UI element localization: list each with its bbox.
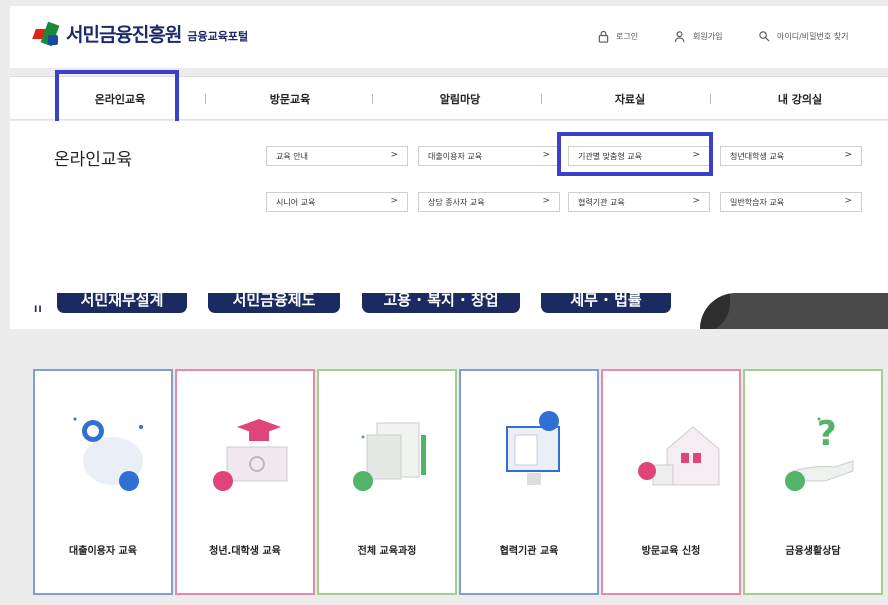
header: 서민금융진흥원 금융교육포털 로그인 회원가입 아이디/비밀번호 찾기: [10, 6, 888, 68]
nav-label: 자료실: [614, 93, 646, 106]
nav-divider: [372, 94, 373, 104]
card-partner-education[interactable]: 협력기관 교육: [459, 369, 599, 595]
submenu-link-label: 일반학습자 교육: [730, 197, 785, 207]
card-all-courses[interactable]: 전체 교육과정: [317, 369, 457, 595]
banner-tab-label: 서민재무설계: [80, 293, 164, 309]
login-link[interactable]: 로그인: [597, 30, 638, 43]
logo-subtitle: 금융교육포털: [187, 30, 249, 43]
pause-icon[interactable]: II: [34, 305, 43, 315]
card-visit-application[interactable]: 방문교육 신청: [601, 369, 741, 595]
card-financial-counseling[interactable]: ? 금융생활상담: [743, 369, 883, 595]
banner-tab-label: 고용 · 복지 · 창업: [383, 293, 499, 309]
card-label: 금융생활상담: [785, 546, 841, 557]
banner-tab-tax-law[interactable]: 세무 · 법률: [541, 293, 671, 313]
nav-item-notices[interactable]: 알림마당: [400, 77, 520, 121]
nav-divider: [205, 94, 206, 104]
banner-tab-financial-planning[interactable]: 서민재무설계: [57, 293, 187, 313]
nav-item-resources[interactable]: 자료실: [570, 77, 690, 121]
nav-divider: [541, 94, 542, 104]
nav-label: 방문교육: [269, 93, 311, 106]
question-hand-icon: ?: [785, 414, 854, 491]
submenu-link-label: 교육 안내: [276, 151, 308, 161]
find-account-icon: [759, 31, 770, 42]
find-account-label: 아이디/비밀번호 찾기: [777, 32, 849, 41]
submenu-link-senior-education[interactable]: 시니어 교육 >: [266, 192, 408, 212]
submenu-link-partner-education[interactable]: 협력기관 교육 >: [568, 192, 710, 212]
nav-divider: [710, 94, 711, 104]
submenu-link-education-guide[interactable]: 교육 안내 >: [266, 146, 408, 166]
user-icon: [674, 31, 685, 43]
submenu-link-label: 대출이용자 교육: [428, 151, 483, 161]
chevron-right-icon: >: [542, 150, 550, 160]
banner-tab-label: 서민금융제도: [232, 293, 316, 309]
highlight-box-submenu: [557, 132, 713, 176]
house-icon: [638, 426, 720, 486]
card-label: 전체 교육과정: [357, 546, 417, 557]
calculator-document-icon: [353, 422, 426, 491]
banner-strip: II 서민재무설계 서민금융제도 고용 · 복지 · 창업 세무 · 법률: [10, 293, 888, 329]
tablet-document-icon: [506, 411, 560, 485]
submenu-title: 온라인교육: [54, 150, 133, 170]
submenu-panel: 온라인교육 교육 안내 > 대출이용자 교육 > 기관별 맞춤형 교육 > 청년…: [10, 121, 888, 293]
card-label: 방문교육 신청: [641, 546, 701, 557]
chevron-right-icon: >: [542, 196, 550, 206]
logo-mark-icon: [32, 21, 60, 47]
nav-item-my-classroom[interactable]: 내 강의실: [740, 77, 860, 121]
chevron-right-icon: >: [692, 196, 700, 206]
banner-tab-finance-system[interactable]: 서민금융제도: [208, 293, 340, 313]
card-youth-education[interactable]: 청년.대학생 교육: [175, 369, 315, 595]
graduation-money-icon: [213, 419, 288, 491]
submenu-link-youth-education[interactable]: 청년대학생 교육 >: [720, 146, 862, 166]
find-account-link[interactable]: 아이디/비밀번호 찾기: [758, 30, 848, 43]
banner-tab-label: 세무 · 법률: [570, 293, 642, 309]
card-label: 대출이용자 교육: [69, 546, 137, 557]
page: 서민금융진흥원 금융교육포털 로그인 회원가입 아이디/비밀번호 찾기 온라인교…: [0, 0, 888, 605]
chevron-right-icon: >: [390, 150, 398, 160]
card-borrower-education[interactable]: 대출이용자 교육: [33, 369, 173, 595]
submenu-link-label: 시니어 교육: [276, 197, 316, 207]
nav-item-visit-education[interactable]: 방문교육: [230, 77, 350, 121]
card-label: 협력기관 교육: [499, 546, 559, 557]
nav-label: 알림마당: [439, 93, 481, 106]
submenu-link-borrower-education[interactable]: 대출이용자 교육 >: [418, 146, 560, 166]
submenu-link-counselor-education[interactable]: 상담 종사자 교육 >: [418, 192, 560, 212]
highlight-box-nav: [55, 70, 179, 126]
submenu-link-general-education[interactable]: 일반학습자 교육 >: [720, 192, 862, 212]
logo-text: 서민금융진흥원: [66, 24, 182, 46]
card-label: 청년.대학생 교육: [209, 546, 281, 557]
piggy-bank-icon: [73, 417, 143, 491]
chevron-right-icon: >: [390, 196, 398, 206]
banner-photo: [700, 293, 888, 329]
nav-label: 내 강의실: [777, 93, 823, 106]
submenu-link-label: 상담 종사자 교육: [428, 197, 485, 207]
login-label: 로그인: [616, 32, 639, 41]
quick-menu: 대출이용자 교육 청년.대학생 교육 전체 교육과정 협력기관 교육 방문교육 …: [0, 329, 888, 605]
signup-link[interactable]: 회원가입: [674, 30, 722, 43]
chevron-right-icon: >: [844, 150, 852, 160]
submenu-link-label: 청년대학생 교육: [730, 151, 785, 161]
submenu-link-label: 협력기관 교육: [578, 197, 625, 207]
lock-icon: [598, 30, 609, 43]
banner-tab-employment-welfare[interactable]: 고용 · 복지 · 창업: [362, 293, 520, 313]
site-logo[interactable]: 서민금융진흥원 금융교육포털: [32, 20, 249, 47]
chevron-right-icon: >: [844, 196, 852, 206]
signup-label: 회원가입: [693, 32, 723, 41]
